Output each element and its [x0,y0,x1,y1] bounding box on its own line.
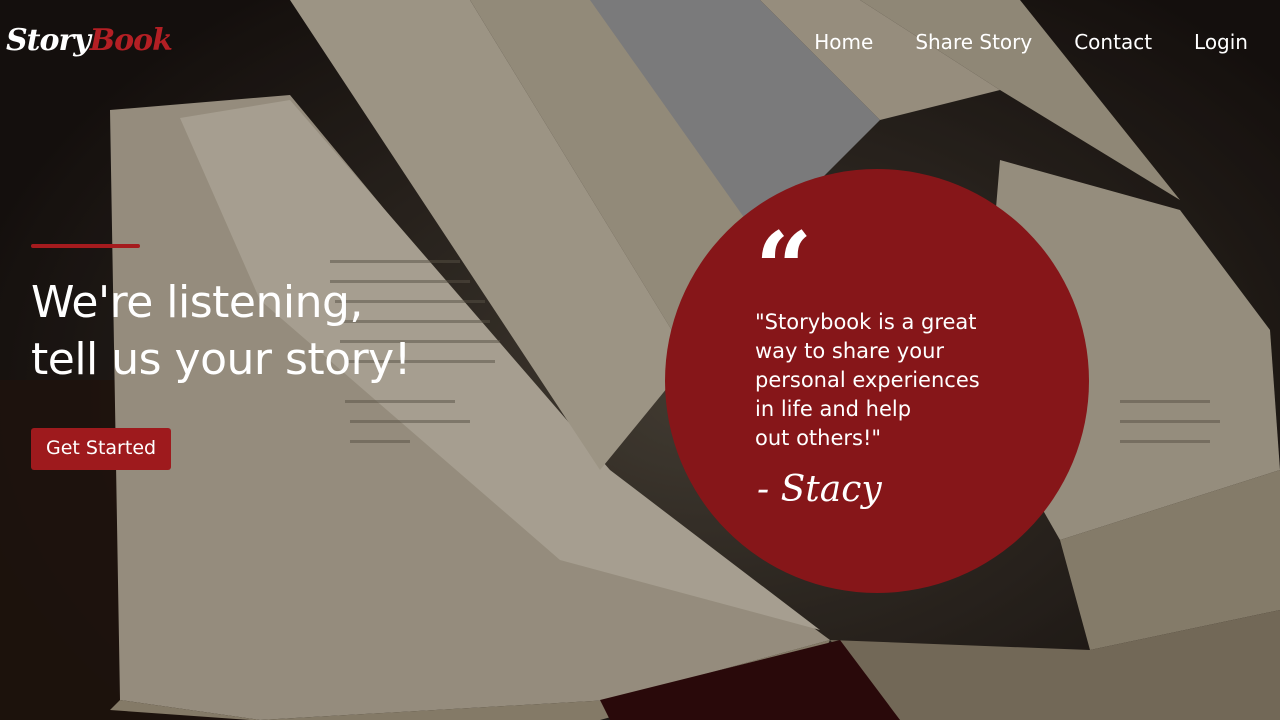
nav-link-login[interactable]: Login [1194,30,1248,54]
brand-logo-story: Story [6,22,91,58]
brand-logo[interactable]: Story Book [6,22,173,58]
hero-section: We're listening, tell us your story! Get… [31,244,551,470]
accent-divider [31,244,140,248]
testimonial-line: personal experiences [755,368,980,392]
nav-link-share-story[interactable]: Share Story [915,30,1032,54]
nav-item-login: Login [1194,30,1248,54]
hero-headline-line2: tell us your story! [31,334,411,385]
nav-item-share-story: Share Story [915,30,1032,54]
nav-links: Home Share Story Contact Login [814,30,1248,54]
testimonial-quote: "Storybook is a great way to share your … [755,308,1045,453]
get-started-button[interactable]: Get Started [31,428,172,470]
nav-item-home: Home [814,30,873,54]
quote-icon: “ [755,210,813,328]
brand-logo-book: Book [89,22,173,58]
testimonial-circle: “ "Storybook is a great way to share you… [665,169,1089,593]
top-navbar: Story Book Home Share Story Contact Login [0,0,1280,86]
testimonial-line: in life and help [755,397,912,421]
testimonial-line: out others!" [755,426,882,450]
nav-item-contact: Contact [1074,30,1152,54]
nav-link-contact[interactable]: Contact [1074,30,1152,54]
hero-headline-line1: We're listening, [31,277,363,328]
nav-link-home[interactable]: Home [814,30,873,54]
testimonial-line: way to share your [755,339,945,363]
testimonial-author: - Stacy [757,469,882,510]
testimonial-line: "Storybook is a great [755,310,977,334]
hero-headline: We're listening, tell us your story! [31,274,551,388]
